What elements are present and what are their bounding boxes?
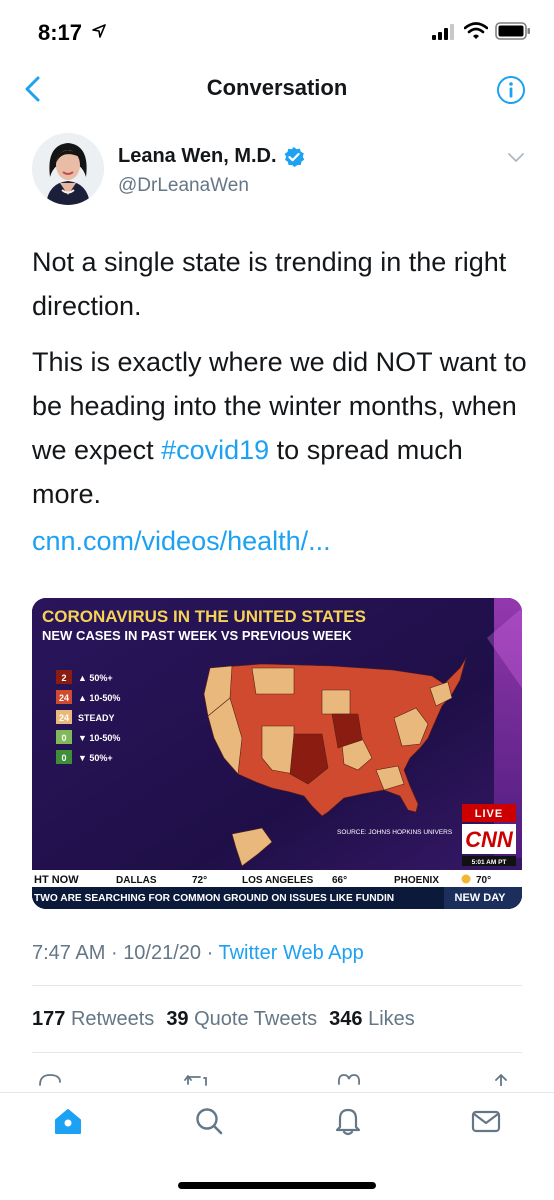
page-title: Conversation: [206, 75, 348, 100]
home-indicator[interactable]: [178, 1182, 376, 1189]
quote-tweets-stat[interactable]: 39 Quote Tweets: [166, 1008, 317, 1031]
legend-count: 0: [61, 753, 66, 763]
live-badge: LIVE: [475, 808, 503, 820]
ticker-temp: 66°: [332, 875, 347, 886]
tweet-date: 10/21/20: [123, 942, 202, 964]
wifi-icon: [464, 22, 488, 39]
likes-stat[interactable]: 346 Likes: [329, 1008, 415, 1031]
quote-tweets-count: 39: [166, 1008, 189, 1030]
news-crawl: TWO ARE SEARCHING FOR COMMON GROUND ON I…: [34, 893, 394, 904]
legend-label: ▼ 50%+: [78, 753, 113, 763]
ticker-city: PHOENIX: [394, 875, 439, 886]
legend-label: ▲ 10-50%: [78, 693, 120, 703]
tweet-time: 7:47 AM: [32, 942, 106, 964]
chevron-down-icon[interactable]: [506, 150, 526, 164]
battery-icon: [495, 22, 530, 40]
divider: [32, 985, 522, 986]
legend-count: 24: [59, 713, 69, 723]
network-logo: CNN: [465, 827, 514, 852]
sun-icon: [461, 874, 471, 884]
legend-count: 0: [61, 733, 66, 743]
tweet-text: Not a single state is trending in the ri…: [32, 240, 532, 528]
notifications-tab-icon[interactable]: [332, 1105, 364, 1137]
reply-icon[interactable]: [37, 1072, 63, 1086]
tweet-timestamp: 7:47 AM · 10/21/20 · Twitter Web App: [32, 942, 364, 965]
retweets-count: 177: [32, 1008, 66, 1030]
cellular-signal-icon: [432, 24, 454, 40]
legend-count: 2: [61, 673, 66, 683]
share-icon[interactable]: [488, 1072, 514, 1086]
divider: [32, 1052, 522, 1053]
status-bar: 8:17: [0, 0, 554, 64]
quote-tweets-label: Quote Tweets: [194, 1008, 318, 1030]
ticker-city: LOS ANGELES: [242, 875, 314, 886]
legend-label: ▼ 10-50%: [78, 733, 120, 743]
legend-count: 24: [59, 693, 69, 703]
tweet-stats: 177 Retweets 39 Quote Tweets 346 Likes: [32, 1008, 415, 1031]
meta-separator: ·: [110, 942, 118, 964]
retweets-label: Retweets: [70, 1008, 155, 1030]
tweet-url-link[interactable]: cnn.com/videos/health/...: [32, 526, 331, 557]
media-title: CORONAVIRUS IN THE UNITED STATES: [42, 607, 366, 626]
media-subtitle: NEW CASES IN PAST WEEK VS PREVIOUS WEEK: [42, 628, 352, 643]
ticker-label: HT NOW: [34, 874, 79, 886]
tweet-media-image[interactable]: CORONAVIRUS IN THE UNITED STATES NEW CAS…: [32, 598, 522, 909]
like-icon[interactable]: [336, 1072, 362, 1086]
media-source: SOURCE: JOHNS HOPKINS UNIVERS: [337, 829, 453, 836]
broadcast-time: 5:01 AM PT: [472, 859, 507, 866]
home-tab-icon[interactable]: [52, 1105, 84, 1137]
retweet-icon[interactable]: [184, 1072, 210, 1086]
show-name: NEW DAY: [455, 892, 507, 904]
author-name-row[interactable]: Leana Wen, M.D.: [118, 145, 305, 168]
tweet-paragraph: Not a single state is trending in the ri…: [32, 247, 507, 321]
retweets-stat[interactable]: 177 Retweets: [32, 1008, 154, 1031]
tweet-paragraph: This is exactly where we did NOT want to…: [32, 340, 532, 516]
legend-label: ▲ 50%+: [78, 673, 113, 683]
legend-label: STEADY: [78, 713, 115, 723]
avatar-portrait-icon: [32, 133, 104, 205]
ticker-city: DALLAS: [116, 875, 157, 886]
meta-separator: ·: [206, 942, 214, 964]
author-handle[interactable]: @DrLeanaWen: [118, 175, 249, 197]
hashtag-link[interactable]: #covid19: [161, 435, 269, 465]
verified-badge-icon: [284, 146, 304, 167]
search-tab-icon[interactable]: [193, 1105, 225, 1137]
ticker-temp: 70°: [476, 875, 491, 886]
author-name: Leana Wen, M.D.: [118, 145, 277, 167]
location-arrow-icon: [92, 24, 106, 38]
info-icon[interactable]: [496, 75, 526, 105]
avatar[interactable]: [32, 133, 104, 205]
status-time: 8:17: [38, 20, 83, 45]
tweet-source-link[interactable]: Twitter Web App: [218, 942, 363, 964]
likes-count: 346: [329, 1008, 363, 1030]
likes-label: Likes: [368, 1008, 415, 1030]
messages-tab-icon[interactable]: [470, 1105, 502, 1137]
ticker-temp: 72°: [192, 875, 207, 886]
